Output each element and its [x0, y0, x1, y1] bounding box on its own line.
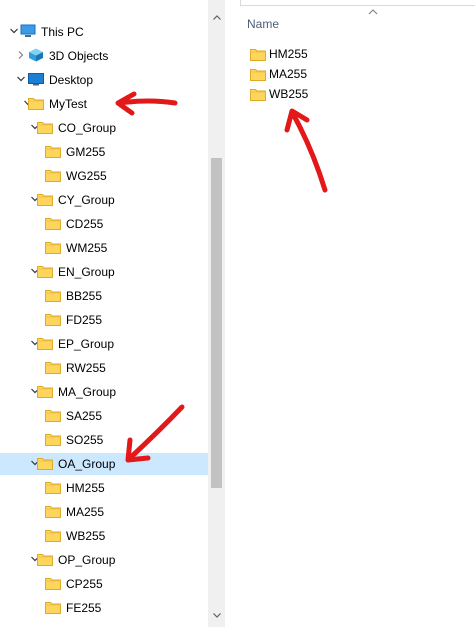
tree-item-label: WG255: [66, 169, 107, 183]
tree-item-co-group[interactable]: CO_Group: [0, 117, 208, 139]
tree-item-op-group[interactable]: OP_Group: [0, 549, 208, 571]
file-item-label: WB255: [269, 87, 309, 101]
sort-ascending-icon: [368, 9, 378, 15]
tree-item-label: Desktop: [49, 73, 94, 87]
nav-scrollbar[interactable]: [208, 0, 225, 627]
chevron-down-icon[interactable]: [17, 75, 25, 83]
tree-item-label: CY_Group: [58, 193, 115, 207]
tree-item-label: MyTest: [49, 97, 88, 111]
folder-icon: [45, 312, 61, 326]
tree-item-fd255[interactable]: FD255: [0, 309, 208, 331]
tree-item-this-pc[interactable]: This PC: [0, 21, 208, 43]
tree-item-rw255[interactable]: RW255: [0, 357, 208, 379]
tree-item-hm255[interactable]: HM255: [0, 477, 208, 499]
tree-item-so255[interactable]: SO255: [0, 429, 208, 451]
scroll-thumb[interactable]: [211, 158, 222, 488]
folder-icon: [37, 336, 53, 350]
folder-icon: [45, 600, 61, 614]
folder-icon: [45, 408, 61, 422]
folder-icon: [45, 432, 61, 446]
file-item-label: MA255: [269, 67, 308, 81]
tree-item-label: EP_Group: [58, 337, 115, 351]
file-item-wb255[interactable]: WB255: [250, 84, 410, 104]
tree-item-label: 3D Objects: [49, 49, 109, 63]
tree-item-ep-group[interactable]: EP_Group: [0, 333, 208, 355]
tree-item-wg255[interactable]: WG255: [0, 165, 208, 187]
tree-item-label: MA_Group: [58, 385, 117, 399]
tree-item-cp255[interactable]: CP255: [0, 573, 208, 595]
folder-icon: [45, 144, 61, 158]
folder-icon: [45, 480, 61, 494]
this-pc-icon: [20, 24, 36, 38]
folder-icon: [28, 96, 44, 110]
folder-icon: [37, 384, 53, 398]
tree-item-label: CP255: [66, 577, 103, 591]
tree-item-label: BB255: [66, 289, 103, 303]
tree-item-wb255[interactable]: WB255: [0, 525, 208, 547]
tree-item-en-group[interactable]: EN_Group: [0, 261, 208, 283]
folder-icon: [250, 67, 266, 81]
folder-icon: [45, 504, 61, 518]
folder-icon: [45, 216, 61, 230]
folder-icon: [37, 264, 53, 278]
name-column-header[interactable]: Name: [247, 17, 279, 31]
tree-item-label: HM255: [66, 481, 105, 495]
folder-icon: [37, 552, 53, 566]
folder-icon: [250, 87, 266, 101]
tree-item-label: SA255: [66, 409, 103, 423]
file-item-hm255[interactable]: HM255: [250, 44, 410, 64]
chevron-down-icon[interactable]: [10, 27, 18, 35]
tree-item-label: EN_Group: [58, 265, 115, 279]
tree-item-3d-objects[interactable]: 3D Objects: [0, 45, 208, 67]
tree-item-sa255[interactable]: SA255: [0, 405, 208, 427]
folder-icon: [45, 240, 61, 254]
folder-icon: [37, 456, 53, 470]
tree-item-wm255[interactable]: WM255: [0, 237, 208, 259]
folder-icon: [45, 288, 61, 302]
chevron-right-icon[interactable]: [17, 51, 25, 59]
folder-icon: [45, 360, 61, 374]
tree-item-label: CO_Group: [58, 121, 117, 135]
folder-icon: [37, 192, 53, 206]
chevron-up-icon: [212, 15, 221, 20]
folder-icon: [250, 47, 266, 61]
navigation-pane: This PC 3D Objects Desktop MyTest CO_Group GM…: [0, 0, 226, 627]
tree-item-label: GM255: [66, 145, 106, 159]
folder-icon: [37, 120, 53, 134]
tree-item-fe255[interactable]: FE255: [0, 597, 208, 619]
tree-item-cy-group[interactable]: CY_Group: [0, 189, 208, 211]
tree-item-desktop[interactable]: Desktop: [0, 69, 208, 91]
tree-item-cd255[interactable]: CD255: [0, 213, 208, 235]
tree-item-ma-group[interactable]: MA_Group: [0, 381, 208, 403]
tree-item-label: OA_Group: [58, 457, 116, 471]
tree-item-gm255[interactable]: GM255: [0, 141, 208, 163]
tree-item-ma255[interactable]: MA255: [0, 501, 208, 523]
scroll-up-arrow[interactable]: [208, 10, 225, 27]
tree-item-label: SO255: [66, 433, 104, 447]
tree-item-label: MA255: [66, 505, 105, 519]
tree-item-label: OP_Group: [58, 553, 116, 567]
tree-item-mytest[interactable]: MyTest: [0, 93, 208, 115]
folder-icon: [45, 168, 61, 182]
scroll-down-arrow[interactable]: [208, 608, 225, 625]
tree-item-label: CD255: [66, 217, 104, 231]
tree-item-label: RW255: [66, 361, 106, 375]
tree-item-label: FE255: [66, 601, 102, 615]
tree-item-oa-group[interactable]: OA_Group: [0, 453, 208, 475]
folder-icon: [45, 576, 61, 590]
chevron-down-icon: [212, 613, 221, 618]
3d-objects-icon: [28, 48, 44, 62]
tree-item-label: This PC: [41, 25, 84, 39]
file-item-ma255[interactable]: MA255: [250, 64, 410, 84]
folder-icon: [45, 528, 61, 542]
tree-item-bb255[interactable]: BB255: [0, 285, 208, 307]
search-box-edge: [240, 0, 475, 6]
content-pane: Name HM255 MA255 WB255: [226, 0, 475, 627]
tree-item-label: WB255: [66, 529, 106, 543]
tree-item-label: FD255: [66, 313, 103, 327]
desktop-icon: [28, 72, 44, 86]
file-item-label: HM255: [269, 47, 308, 61]
tree-item-label: WM255: [66, 241, 108, 255]
